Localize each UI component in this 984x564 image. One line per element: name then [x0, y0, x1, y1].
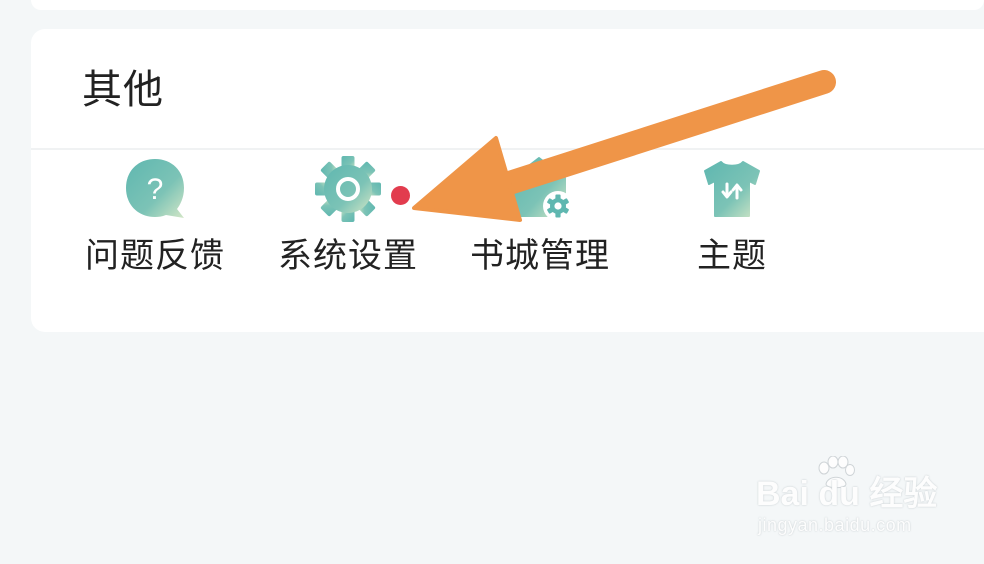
svg-text:?: ?	[147, 173, 164, 206]
previous-card-edge	[31, 0, 984, 10]
baidu-jingyan-watermark: Bai du 经验 jingyan.baidu.com	[752, 456, 942, 546]
menu-item-feedback[interactable]: ? 问题反馈	[70, 150, 240, 290]
menu-item-label: 系统设置	[278, 236, 418, 276]
watermark-url: jingyan.baidu.com	[758, 515, 912, 535]
menu-item-bookstore-manage[interactable]: 书城管理	[455, 150, 625, 290]
menu-item-label: 书城管理	[470, 236, 610, 276]
menu-item-theme[interactable]: 主题	[647, 150, 817, 290]
menu-item-label: 主题	[697, 236, 767, 276]
feedback-question-icon: ?	[126, 159, 184, 218]
notification-badge	[391, 186, 410, 205]
theme-shirt-icon	[704, 161, 760, 217]
watermark-logo-text: Bai du 经验	[756, 475, 938, 513]
menu-item-settings[interactable]: 系统设置	[263, 150, 433, 290]
settings-gear-icon	[315, 156, 381, 222]
menu-item-label: 问题反馈	[85, 236, 225, 276]
section-title: 其他	[82, 67, 164, 113]
bookstore-manage-icon	[512, 157, 573, 221]
